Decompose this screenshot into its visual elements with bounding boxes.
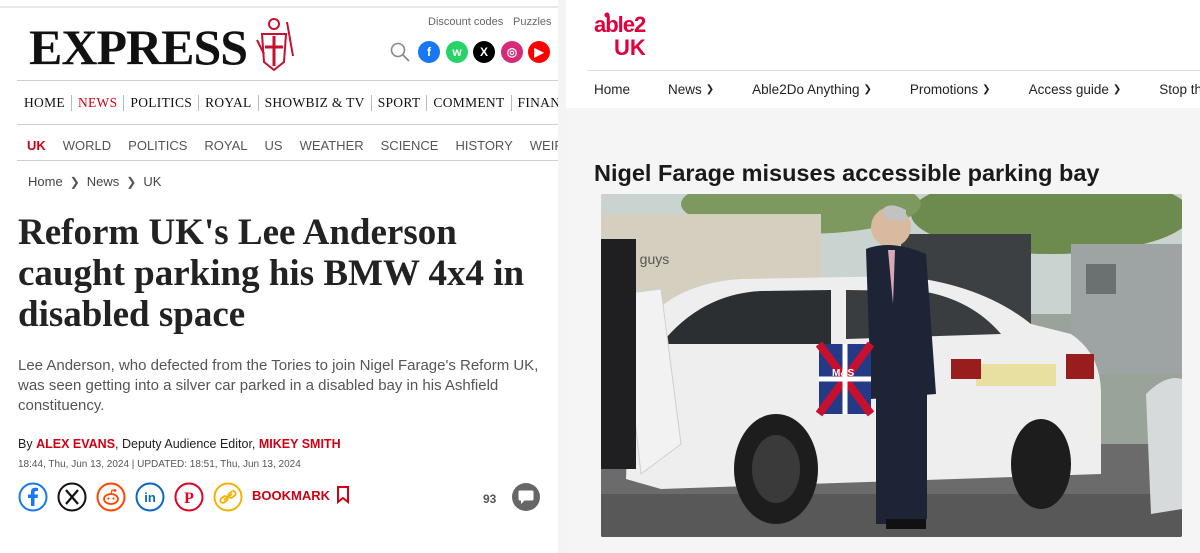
bookmark-button[interactable]: BOOKMARK <box>252 486 350 504</box>
facebook-share-icon[interactable] <box>18 482 48 512</box>
express-panel: Discount codes Puzzles EXPRESS f w X ◎ ▶… <box>0 0 566 553</box>
reddit-share-icon[interactable] <box>96 482 126 512</box>
nav-promotions-label: Promotions <box>909 81 979 97</box>
able2-nav: Home News ❯ Able2Do Anything ❯ Promotions ❯… <box>594 80 1200 98</box>
nav-able2do-label: Able2Do Anything <box>752 81 860 97</box>
bag-text: M&S <box>832 368 855 379</box>
nav-home-label: Home <box>594 81 631 97</box>
sub-nav: UK WORLD POLITICS ROYAL US WEATHER SCIEN… <box>27 136 558 154</box>
nav-able2do[interactable]: Able2Do Anything ❯ <box>752 82 872 97</box>
nav-showbiz[interactable]: SHOWBIZ & TV <box>259 95 372 111</box>
subnav-us[interactable]: US <box>265 138 283 153</box>
author-link[interactable]: ALEX EVANS <box>36 437 115 451</box>
subnav-uk[interactable]: UK <box>27 138 46 153</box>
comment-icon[interactable] <box>511 482 541 512</box>
byline: By ALEX EVANS, Deputy Audience Editor, M… <box>18 437 341 451</box>
chevron-right-icon: ❯ <box>69 174 80 189</box>
dateline: 18:44, Thu, Jun 13, 2024 | UPDATED: 18:5… <box>18 459 301 470</box>
nav-divider-bottom <box>17 124 558 125</box>
article-title: Nigel Farage misuses accessible parking … <box>594 160 1100 186</box>
byline-prefix: By <box>18 437 33 451</box>
nav-comment[interactable]: COMMENT <box>427 95 512 111</box>
nav-news[interactable]: NEWS <box>72 95 125 111</box>
crusader-crest-icon <box>256 18 294 72</box>
chevron-down-icon: ❯ <box>1112 83 1122 95</box>
nav-access-guide-label: Access guide <box>1028 81 1109 97</box>
discount-codes-link[interactable]: Discount codes <box>428 16 503 28</box>
nav-sport[interactable]: SPORT <box>372 95 428 111</box>
nav-stop-label: Stop th <box>1159 81 1200 97</box>
nav-divider-top <box>17 80 558 81</box>
subnav-divider <box>17 160 558 161</box>
nav-finance[interactable]: FINAN <box>512 95 558 111</box>
search-icon[interactable] <box>389 41 411 63</box>
x-icon[interactable]: X <box>473 41 495 63</box>
express-page: Discount codes Puzzles EXPRESS f w X ◎ ▶… <box>0 0 558 553</box>
chevron-right-icon: ❯ <box>126 174 137 189</box>
pinterest-share-icon[interactable]: P <box>174 482 204 512</box>
header-divider <box>587 70 1200 71</box>
whatsapp-icon[interactable]: w <box>446 41 468 63</box>
subnav-royal[interactable]: ROYAL <box>204 138 247 153</box>
bookmark-label: BOOKMARK <box>252 487 330 503</box>
chevron-down-icon: ❯ <box>863 83 872 95</box>
chevron-down-icon: ❯ <box>982 83 991 95</box>
link-share-icon[interactable] <box>213 482 243 512</box>
bookmark-icon <box>337 486 349 504</box>
comment-count: 93 <box>483 492 497 506</box>
linkedin-share-icon[interactable]: in <box>135 482 165 512</box>
nav-stop[interactable]: Stop th <box>1159 82 1200 97</box>
logo-bottom-text: UK <box>614 35 646 58</box>
able2-logo[interactable]: able2 UK <box>594 6 674 58</box>
subnav-world[interactable]: WORLD <box>63 138 111 153</box>
chevron-down-icon: ❯ <box>705 83 715 95</box>
subnav-weather[interactable]: WEATHER <box>300 138 364 153</box>
breadcrumb: Home ❯ News ❯ UK <box>28 174 161 189</box>
subnav-history[interactable]: HISTORY <box>455 138 512 153</box>
nav-home[interactable]: Home <box>594 82 630 97</box>
main-nav: HOME NEWS POLITICS ROYAL SHOWBIZ & TV SP… <box>18 94 558 112</box>
subnav-science[interactable]: SCIENCE <box>381 138 439 153</box>
express-logo[interactable]: EXPRESS <box>29 20 248 74</box>
facebook-icon[interactable]: f <box>418 41 440 63</box>
nav-politics[interactable]: POLITICS <box>124 95 200 111</box>
article-standfirst: Lee Anderson, who defected from the Tori… <box>18 357 539 414</box>
breadcrumb-news[interactable]: News <box>87 174 120 189</box>
puzzles-link[interactable]: Puzzles <box>513 16 552 28</box>
breadcrumb-home[interactable]: Home <box>28 174 63 189</box>
author-role: , Deputy Audience Editor, <box>115 437 259 451</box>
nav-news-label: News <box>668 81 702 97</box>
nav-promotions[interactable]: Promotions ❯ <box>910 82 991 97</box>
youtube-icon[interactable]: ▶ <box>528 41 550 63</box>
instagram-icon[interactable]: ◎ <box>501 41 523 63</box>
logo-top-text: able2 <box>594 12 646 37</box>
svg-text:in: in <box>144 490 156 505</box>
top-bar <box>0 6 558 8</box>
breadcrumb-uk[interactable]: UK <box>143 174 161 189</box>
subnav-politics[interactable]: POLITICS <box>128 138 187 153</box>
subnav-weird[interactable]: WEIRD <box>530 138 558 153</box>
article-headline: Reform UK's Lee Anderson caught parking … <box>18 212 525 335</box>
nav-access-guide[interactable]: Access guide ❯ <box>1029 82 1122 97</box>
article-photo: ce guys M&S <box>601 194 1182 537</box>
nav-royal[interactable]: ROYAL <box>199 95 259 111</box>
nav-news[interactable]: News ❯ <box>668 82 714 97</box>
svg-text:P: P <box>184 490 194 507</box>
x-share-icon[interactable] <box>57 482 87 512</box>
author-link[interactable]: MIKEY SMITH <box>259 437 341 451</box>
nav-home[interactable]: HOME <box>18 95 72 111</box>
